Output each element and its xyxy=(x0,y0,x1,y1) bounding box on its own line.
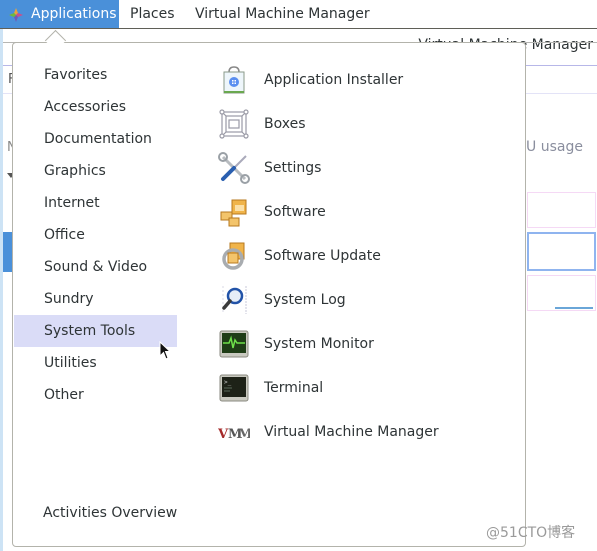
applications-popup-menu: Favorites Accessories Documentation Grap… xyxy=(12,42,526,547)
software-update-icon xyxy=(218,240,250,272)
active-app-menu-button[interactable]: Virtual Machine Manager xyxy=(185,0,380,28)
places-menu-button[interactable]: Places xyxy=(120,0,185,28)
boxes-icon xyxy=(218,108,250,140)
category-documentation[interactable]: Documentation xyxy=(14,123,177,155)
app-virtual-machine-manager[interactable]: V M M Virtual Machine Manager xyxy=(217,412,518,452)
svg-text:>_: >_ xyxy=(224,379,232,386)
app-system-monitor[interactable]: System Monitor xyxy=(218,324,518,364)
category-sundry[interactable]: Sundry xyxy=(14,283,177,315)
category-sound-video[interactable]: Sound & Video xyxy=(14,251,177,283)
svg-text:M: M xyxy=(238,427,250,442)
category-office[interactable]: Office xyxy=(14,219,177,251)
desktop-edge-left xyxy=(0,0,3,551)
cpu-usage-line xyxy=(555,307,593,309)
app-label: Application Installer xyxy=(264,72,404,88)
app-label: Virtual Machine Manager xyxy=(264,424,439,440)
applications-menu-button[interactable]: Applications xyxy=(0,0,119,28)
app-application-installer[interactable]: Application Installer xyxy=(218,60,518,100)
category-other[interactable]: Other xyxy=(14,379,177,411)
app-settings[interactable]: Settings xyxy=(218,148,518,188)
app-software-update[interactable]: Software Update xyxy=(218,236,518,276)
category-utilities[interactable]: Utilities xyxy=(14,347,177,379)
app-label: Boxes xyxy=(264,116,306,132)
watermark: @51CTO博客 xyxy=(486,525,576,541)
category-system-tools[interactable]: System Tools xyxy=(14,315,177,347)
top-bar: Applications Places Virtual Machine Mana… xyxy=(0,0,597,29)
cpu-usage-graph-selected xyxy=(527,232,596,271)
cpu-usage-graph xyxy=(527,275,596,311)
category-internet[interactable]: Internet xyxy=(14,187,177,219)
category-graphics[interactable]: Graphics xyxy=(14,155,177,187)
app-software[interactable]: Software xyxy=(218,192,518,232)
applications-label: Applications xyxy=(31,6,117,22)
virt-manager-icon: V M M xyxy=(217,416,252,448)
system-log-icon xyxy=(218,284,250,316)
cpu-usage-column-header[interactable]: U usage xyxy=(526,139,583,155)
activities-overview-link[interactable]: Activities Overview xyxy=(43,505,177,521)
app-system-log[interactable]: System Log xyxy=(218,280,518,320)
cpu-usage-graph xyxy=(527,192,596,228)
software-packages-icon xyxy=(218,196,250,228)
app-label: Settings xyxy=(264,160,322,176)
app-label: System Log xyxy=(264,292,346,308)
app-label: Software Update xyxy=(264,248,381,264)
settings-tools-icon xyxy=(218,152,250,184)
terminal-icon: >_ xyxy=(218,372,250,404)
app-boxes[interactable]: Boxes xyxy=(218,104,518,144)
app-label: Terminal xyxy=(264,380,324,396)
mouse-pointer-icon xyxy=(159,340,173,361)
app-label: System Monitor xyxy=(264,336,374,352)
system-monitor-icon xyxy=(218,328,250,360)
category-accessories[interactable]: Accessories xyxy=(14,91,177,123)
category-favorites[interactable]: Favorites xyxy=(14,59,177,91)
app-label: Software xyxy=(264,204,326,220)
gnome-foot-icon xyxy=(8,5,24,22)
app-terminal[interactable]: >_ Terminal xyxy=(218,368,518,408)
application-installer-icon xyxy=(218,64,250,96)
